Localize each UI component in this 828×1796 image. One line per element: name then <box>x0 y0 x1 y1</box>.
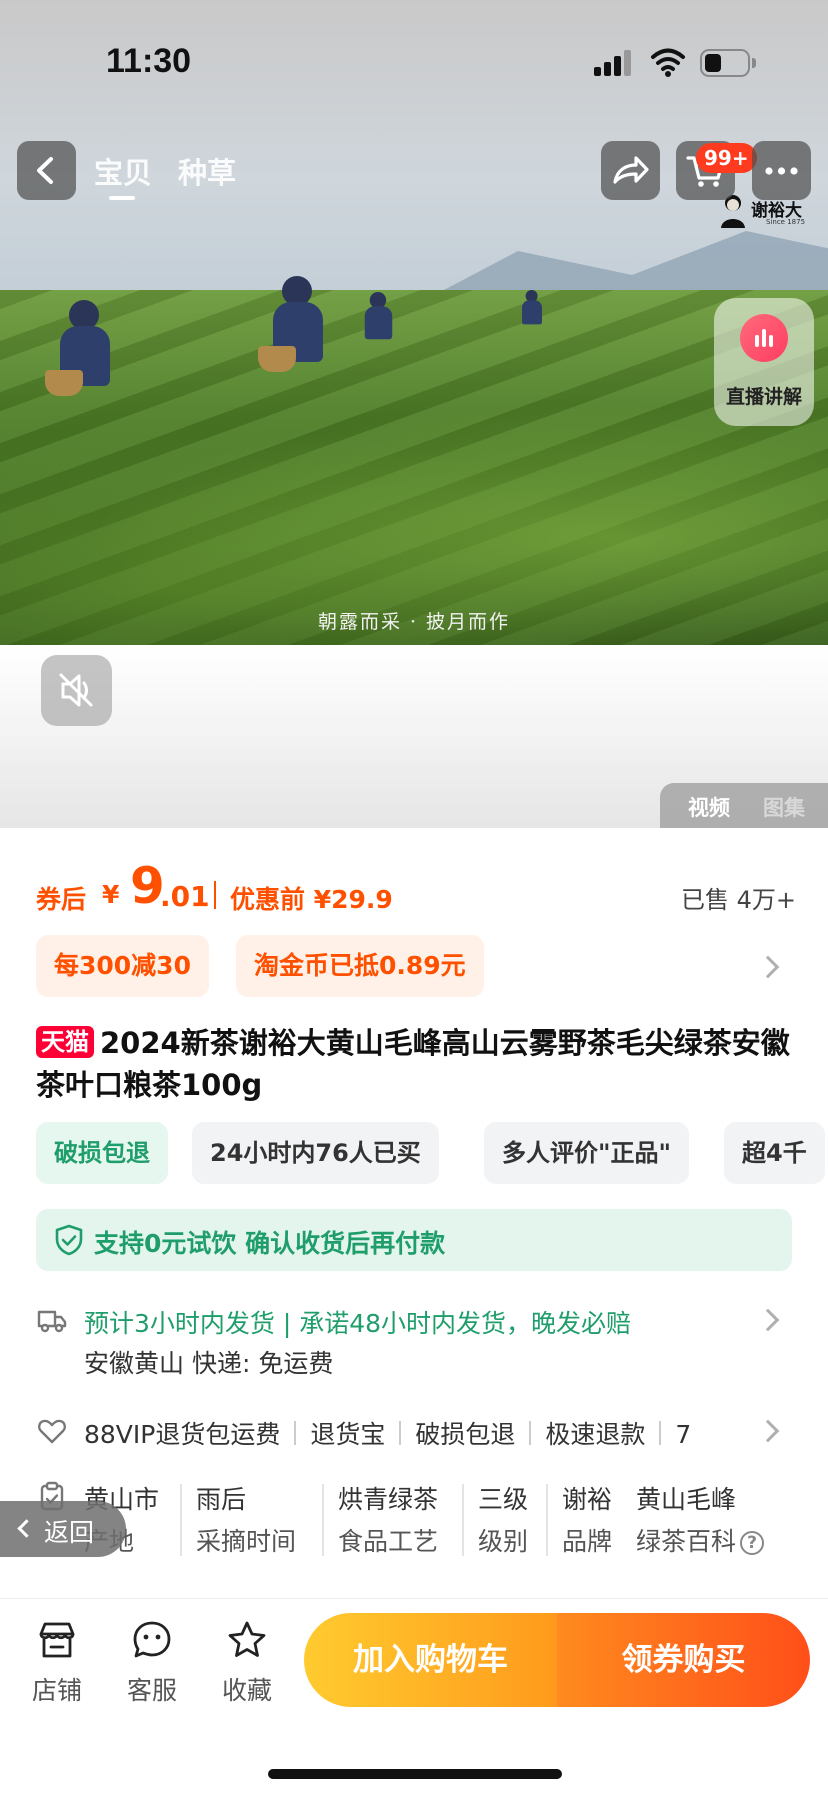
return-button[interactable]: 返回 <box>0 1501 126 1557</box>
chevron-left-icon <box>17 1519 36 1538</box>
mute-icon <box>59 673 93 707</box>
more-icon <box>765 167 798 175</box>
cellular-signal-icon <box>594 50 634 76</box>
chevron-right-icon[interactable] <box>756 1308 780 1332</box>
attributes-table[interactable]: 黄山市 产地 雨后 采摘时间 烘青绿茶 食品工艺 三级 级别 谢裕 品牌 黄山毛… <box>84 1480 784 1562</box>
truck-icon <box>37 1310 67 1333</box>
price-row: 券后 ¥ 9 .01 优惠前 ¥29.9 已售 4万+ <box>36 858 796 922</box>
attribute-key: 品牌 <box>562 1527 613 1556</box>
video-caption: 朝露而采 · 披月而作 <box>317 611 511 633</box>
price-prefix: 券后 <box>36 885 87 914</box>
live-explain-label: 直播讲解 <box>725 386 802 408</box>
attribute-value: 雨后 <box>196 1485 247 1514</box>
media-toggle: 视频 图集 <box>660 783 828 828</box>
mute-button[interactable] <box>41 655 112 726</box>
service-item: 极速退款 <box>545 1420 646 1449</box>
services-row[interactable]: 88VIP退货包运费 退货宝 破损包退 极速退款 7 <box>84 1415 764 1449</box>
price-currency: ¥ <box>102 880 120 909</box>
shield-check-icon <box>55 1224 83 1256</box>
original-price: 优惠前 ¥29.9 <box>230 885 393 914</box>
attribute-key: 食品工艺 <box>338 1527 439 1556</box>
attribute-value: 烘青绿茶 <box>338 1485 439 1514</box>
tag-row: 破损包退 24小时内76人已买 多人评价"正品" 超4千 <box>36 1122 828 1184</box>
share-button[interactable] <box>601 141 660 200</box>
live-explain-button[interactable]: 直播讲解 <box>714 298 814 426</box>
buy-with-coupon-button[interactable]: 领券购买 <box>557 1613 810 1707</box>
more-button[interactable] <box>752 141 811 200</box>
tea-picker-figure <box>45 300 115 396</box>
wifi-icon <box>651 48 685 77</box>
back-button[interactable] <box>17 141 76 200</box>
promo-chip[interactable]: 每300减30 <box>36 935 209 997</box>
tea-picker-figure <box>258 276 328 372</box>
chevron-right-icon <box>756 955 780 979</box>
purchase-buttons: 加入购物车 领券购买 <box>304 1613 810 1707</box>
attribute-key: 绿茶百科 <box>636 1527 737 1556</box>
customer-service-button[interactable]: 客服 <box>117 1619 187 1709</box>
star-icon <box>228 1621 266 1657</box>
tab-grass[interactable]: 种草 <box>178 150 236 192</box>
live-bars-icon <box>740 314 788 362</box>
share-icon <box>613 156 649 184</box>
tag-chip[interactable]: 24小时内76人已买 <box>192 1122 439 1184</box>
favorite-button[interactable]: 收藏 <box>212 1619 282 1709</box>
store-button[interactable]: 店铺 <box>22 1619 92 1709</box>
home-indicator <box>268 1769 562 1779</box>
tab-item[interactable]: 宝贝 <box>94 150 152 192</box>
tea-picker-figure <box>520 290 544 328</box>
video-tea-field-highlight <box>0 380 828 645</box>
trial-banner[interactable]: 支持0元试饮 确认收货后再付款 <box>36 1209 792 1271</box>
attribute-key-with-help: 绿茶百科? <box>636 1522 765 1558</box>
service-item: 88VIP退货包运费 <box>84 1420 281 1449</box>
sold-count: 已售 4万+ <box>680 886 796 914</box>
attribute-cell: 谢裕 品牌 <box>562 1480 614 1562</box>
add-to-cart-button[interactable]: 加入购物车 <box>304 1613 557 1707</box>
trial-text: 支持0元试饮 确认收货后再付款 <box>94 1229 446 1258</box>
promo-chip[interactable]: 淘金币已抵0.89元 <box>236 935 484 997</box>
attribute-value: 三级 <box>478 1485 529 1514</box>
return-label: 返回 <box>44 1518 95 1547</box>
battery-icon <box>700 49 756 77</box>
media-toggle-video[interactable]: 视频 <box>688 792 730 822</box>
attribute-key: 级别 <box>478 1527 529 1556</box>
media-toggle-gallery[interactable]: 图集 <box>763 792 805 822</box>
favorite-label: 收藏 <box>221 1676 272 1705</box>
tag-chip[interactable]: 多人评价"正品" <box>484 1122 690 1184</box>
service-item: 7 <box>675 1420 692 1449</box>
store-label: 店铺 <box>31 1676 82 1705</box>
attribute-value: 黄山毛峰 <box>636 1485 737 1514</box>
customer-service-label: 客服 <box>126 1676 177 1705</box>
question-icon[interactable]: ? <box>740 1531 765 1555</box>
tea-picker-figure <box>362 292 395 344</box>
service-item: 退货宝 <box>310 1420 386 1449</box>
cart-count-badge: 99+ <box>696 143 757 173</box>
bottom-action-bar: 店铺 客服 收藏 加入购物车 领券购买 <box>0 1598 828 1796</box>
shipping-estimate[interactable]: 预计3小时内发货 | 承诺48小时内发货，晚发必赔 <box>84 1304 631 1340</box>
top-navigation: 11:30 宝贝 种草 99+ <box>0 0 828 210</box>
back-icon <box>37 157 53 184</box>
service-item: 破损包退 <box>415 1420 516 1449</box>
product-title: 天猫 2024新茶谢裕大黄山毛峰高山云雾野茶毛尖绿茶安徽茶叶口粮茶100g <box>36 1022 792 1106</box>
active-tab-indicator <box>109 196 135 200</box>
shipping-origin: 安徽黄山 快递: 免运费 <box>84 1349 334 1378</box>
product-title-text: 2024新茶谢裕大黄山毛峰高山云雾野茶毛尖绿茶安徽茶叶口粮茶100g <box>36 1026 790 1102</box>
price-decimal: .01 <box>160 880 210 913</box>
status-bar: 11:30 <box>0 38 828 88</box>
store-icon <box>39 1622 75 1658</box>
tmall-badge: 天猫 <box>36 1026 94 1058</box>
attribute-key: 采摘时间 <box>196 1527 297 1556</box>
chat-face-icon <box>133 1621 171 1658</box>
promo-row[interactable]: 每300减30 淘金币已抵0.89元 <box>36 935 796 997</box>
heart-icon <box>38 1419 66 1444</box>
attribute-value: 谢裕 <box>562 1485 613 1514</box>
price-divider <box>214 881 216 909</box>
brand-logo-sub: Since 1875 <box>766 218 806 226</box>
tag-chip[interactable]: 破损包退 <box>36 1122 168 1184</box>
status-time: 11:30 <box>106 42 192 80</box>
tag-chip[interactable]: 超4千 <box>724 1122 825 1184</box>
